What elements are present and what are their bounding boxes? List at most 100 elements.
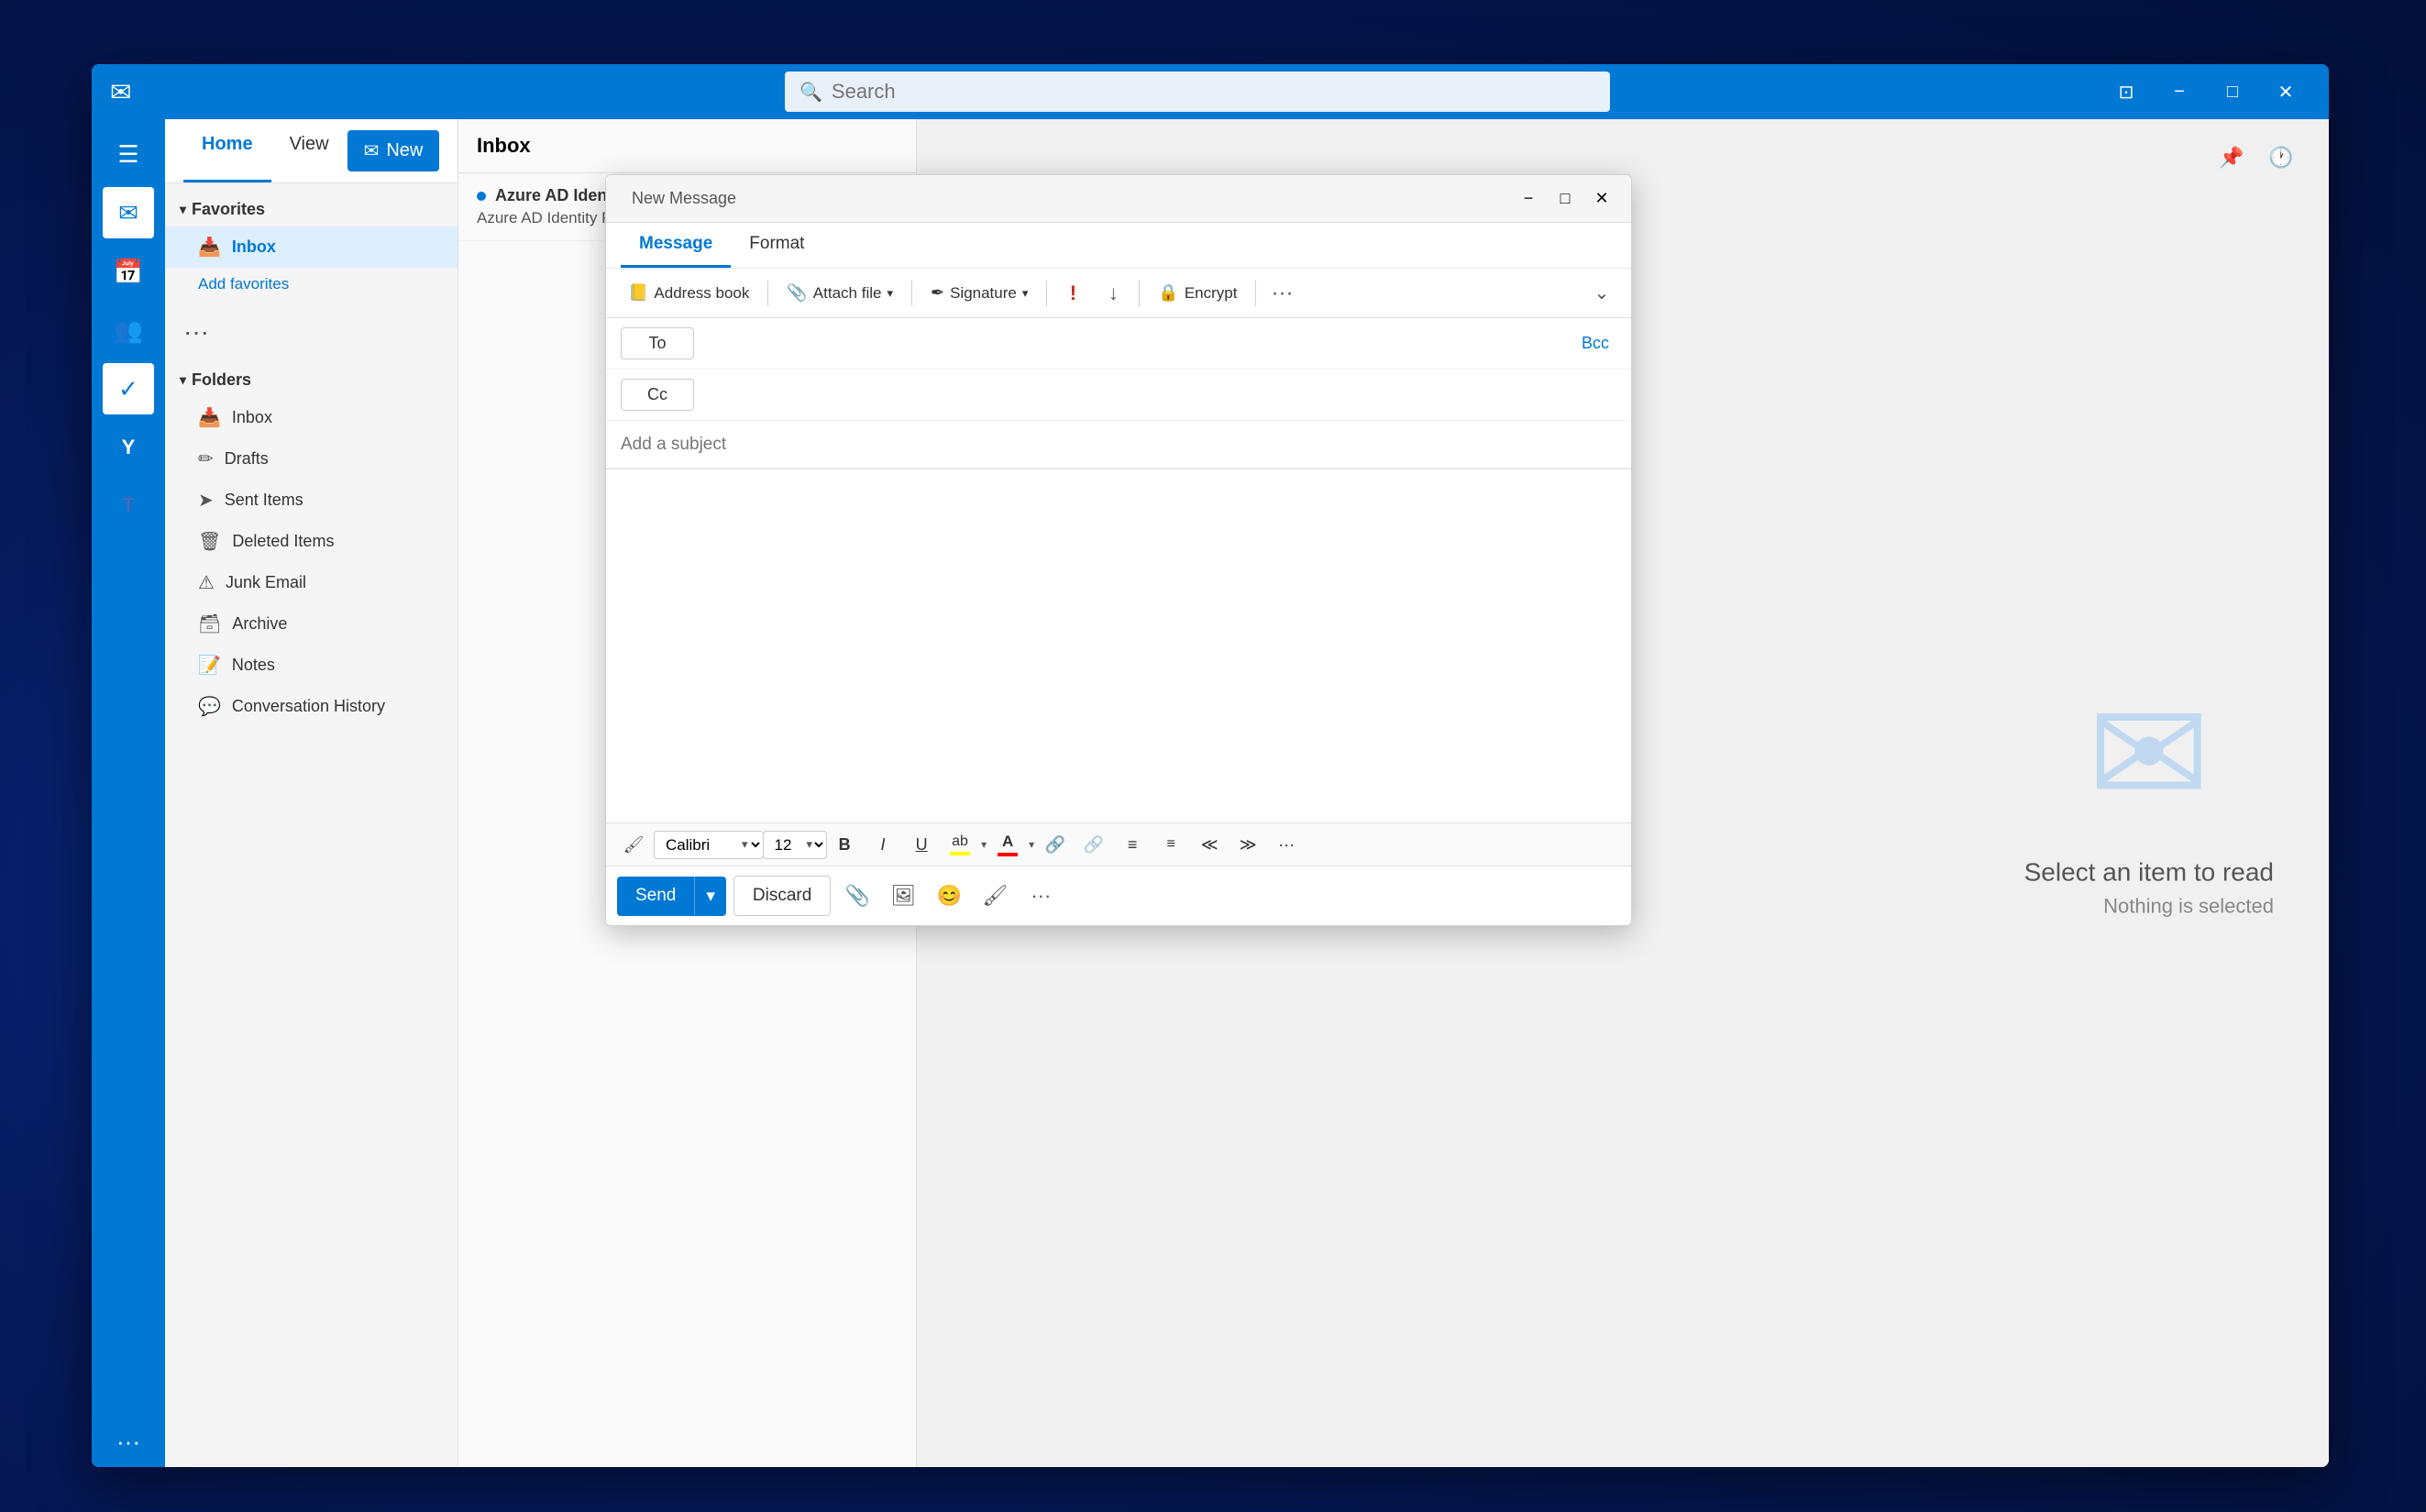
tab-view[interactable]: View bbox=[271, 119, 347, 182]
compose-title: New Message bbox=[617, 189, 1510, 208]
calendar-nav-icon[interactable]: 📅 bbox=[103, 246, 154, 297]
archive-label: Archive bbox=[232, 614, 287, 634]
send-attach-button[interactable]: 📎 bbox=[838, 877, 877, 914]
insert-link-button[interactable]: 🔗 bbox=[1038, 829, 1073, 860]
clock-icon[interactable]: 🕐 bbox=[2261, 138, 2301, 178]
signature-icon: ✒ bbox=[931, 283, 944, 303]
sidebar-item-archive[interactable]: 🗃 Archive bbox=[165, 603, 458, 645]
format-more-button[interactable]: ··· bbox=[1269, 829, 1304, 860]
high-importance-button[interactable]: ! bbox=[1054, 277, 1091, 310]
sidebar-item-inbox-favorites[interactable]: 📥 Inbox bbox=[165, 226, 458, 268]
bold-button[interactable]: B bbox=[827, 829, 862, 860]
font-family-select[interactable]: Calibri bbox=[654, 831, 764, 859]
folders-header[interactable]: ▾ Folders bbox=[165, 363, 458, 397]
compose-close-btn[interactable]: ✕ bbox=[1583, 182, 1620, 215]
numbered-list-button[interactable]: ≡ bbox=[1153, 829, 1188, 860]
close-button[interactable]: ✕ bbox=[2261, 73, 2310, 110]
sidebar-item-conversations[interactable]: 💬 Conversation History bbox=[165, 686, 458, 727]
compose-minimize-btn[interactable]: − bbox=[1510, 182, 1547, 215]
encrypt-label: Encrypt bbox=[1185, 284, 1238, 303]
notes-label: Notes bbox=[232, 656, 275, 675]
chat-icon-btn[interactable]: ⊡ bbox=[2101, 73, 2151, 110]
tab-home[interactable]: Home bbox=[183, 119, 271, 182]
compose-fields: To Bcc Cc bbox=[606, 318, 1631, 469]
text-color-container[interactable]: A bbox=[990, 829, 1025, 860]
underline-button[interactable]: U bbox=[904, 829, 939, 860]
font-size-select[interactable]: 12 bbox=[763, 831, 827, 859]
sidebar-wide: Home View ✉ New ▾ Favorites 📥 bbox=[165, 119, 458, 1467]
low-importance-button[interactable]: ↓ bbox=[1095, 277, 1131, 310]
toolbar-divider-4 bbox=[1139, 281, 1140, 306]
highlight-container[interactable]: ab bbox=[943, 829, 977, 860]
compose-titlebar: New Message − □ ✕ bbox=[606, 175, 1631, 223]
attach-file-button[interactable]: 📎 Attach file ▾ bbox=[776, 276, 904, 310]
pin-icon[interactable]: 📌 bbox=[2211, 138, 2252, 178]
send-emoji-button[interactable]: 😊 bbox=[930, 877, 968, 914]
encrypt-button[interactable]: 🔒 Encrypt bbox=[1147, 276, 1248, 310]
remove-link-button[interactable]: 🔗 bbox=[1076, 829, 1111, 860]
address-book-button[interactable]: 📒 Address book bbox=[617, 276, 760, 310]
compose-editor[interactable] bbox=[621, 484, 1616, 668]
title-bar: ✉ 🔍 ⊡ − □ ✕ bbox=[92, 64, 2329, 119]
check-nav-icon[interactable]: ✓ bbox=[103, 363, 154, 414]
compose-body[interactable] bbox=[606, 469, 1631, 822]
toolbar-divider-2 bbox=[911, 281, 912, 306]
to-input[interactable] bbox=[694, 330, 1574, 357]
send-button-label[interactable]: Send bbox=[617, 877, 695, 915]
format-paint-button[interactable]: 🖌 bbox=[617, 829, 650, 860]
send-more-button[interactable]: ··· bbox=[1021, 877, 1060, 914]
search-input[interactable] bbox=[832, 80, 1595, 104]
teams-nav-icon[interactable]: T bbox=[103, 480, 154, 532]
sidebar-item-junk[interactable]: ⚠ Junk Email bbox=[165, 562, 458, 603]
address-book-label: Address book bbox=[654, 284, 749, 303]
envelope-graphic: ✉ bbox=[2024, 668, 2274, 840]
new-mail-button[interactable]: ✉ New bbox=[347, 130, 440, 171]
unread-indicator bbox=[477, 192, 486, 201]
send-button-group[interactable]: Send ▾ bbox=[617, 877, 726, 916]
signature-button[interactable]: ✒ Signature ▾ bbox=[920, 276, 1039, 310]
to-label-button[interactable]: To bbox=[621, 327, 694, 359]
add-favorites-link[interactable]: Add favorites bbox=[165, 268, 458, 301]
cc-label-button[interactable]: Cc bbox=[621, 379, 694, 411]
format-toolbar: 🖌 Calibri ▾ 12 ▾ B I U ab bbox=[606, 822, 1631, 866]
people-nav-icon[interactable]: 👥 bbox=[103, 304, 154, 356]
highlight-chevron[interactable]: ▾ bbox=[981, 838, 987, 851]
yammer-nav-icon[interactable]: Y bbox=[103, 422, 154, 473]
sidebar-more-icon[interactable]: ··· bbox=[183, 317, 209, 346]
bullet-list-button[interactable]: ≡ bbox=[1115, 829, 1150, 860]
sidebar-item-inbox[interactable]: 📥 Inbox bbox=[165, 397, 458, 438]
search-box[interactable]: 🔍 bbox=[785, 72, 1610, 112]
sidebar-item-deleted[interactable]: 🗑 Deleted Items bbox=[165, 521, 458, 562]
minimize-button[interactable]: − bbox=[2155, 73, 2204, 110]
bcc-button[interactable]: Bcc bbox=[1574, 330, 1616, 357]
compose-tab-message[interactable]: Message bbox=[621, 223, 731, 268]
sidebar-item-drafts[interactable]: ✏ Drafts bbox=[165, 438, 458, 480]
toolbar-divider-3 bbox=[1046, 281, 1047, 306]
text-color-label: A bbox=[1002, 833, 1013, 851]
compose-tab-format[interactable]: Format bbox=[731, 223, 822, 268]
cc-field-row: Cc bbox=[606, 370, 1631, 421]
toolbar-divider-1 bbox=[767, 281, 768, 306]
mail-nav-icon[interactable]: ✉ bbox=[103, 187, 154, 238]
send-image-button[interactable]: 🖼 bbox=[884, 877, 922, 914]
discard-button[interactable]: Discard bbox=[733, 876, 831, 916]
text-color-chevron[interactable]: ▾ bbox=[1029, 838, 1034, 851]
subject-input[interactable] bbox=[606, 422, 1631, 468]
send-dictate-button[interactable]: 🖌 bbox=[976, 877, 1014, 914]
maximize-button[interactable]: □ bbox=[2208, 73, 2257, 110]
increase-indent-button[interactable]: ≫ bbox=[1230, 829, 1265, 860]
decrease-indent-button[interactable]: ≪ bbox=[1192, 829, 1227, 860]
compose-maximize-btn[interactable]: □ bbox=[1547, 182, 1583, 215]
hamburger-icon[interactable]: ☰ bbox=[103, 128, 154, 180]
sidebar-item-sent[interactable]: ➤ Sent Items bbox=[165, 480, 458, 521]
send-dropdown-chevron[interactable]: ▾ bbox=[695, 877, 726, 916]
favorites-header[interactable]: ▾ Favorites bbox=[165, 193, 458, 226]
sidebar-item-notes[interactable]: 📝 Notes bbox=[165, 645, 458, 686]
italic-button[interactable]: I bbox=[866, 829, 900, 860]
cc-input[interactable] bbox=[694, 381, 1616, 408]
paperclip-icon: 📎 bbox=[787, 283, 807, 303]
more-options-button[interactable]: ··· bbox=[1263, 277, 1300, 310]
notes-icon: 📝 bbox=[198, 654, 221, 677]
more-nav-icon[interactable]: ··· bbox=[103, 1416, 154, 1467]
expand-collapse-button[interactable]: ⌄ bbox=[1583, 277, 1620, 310]
